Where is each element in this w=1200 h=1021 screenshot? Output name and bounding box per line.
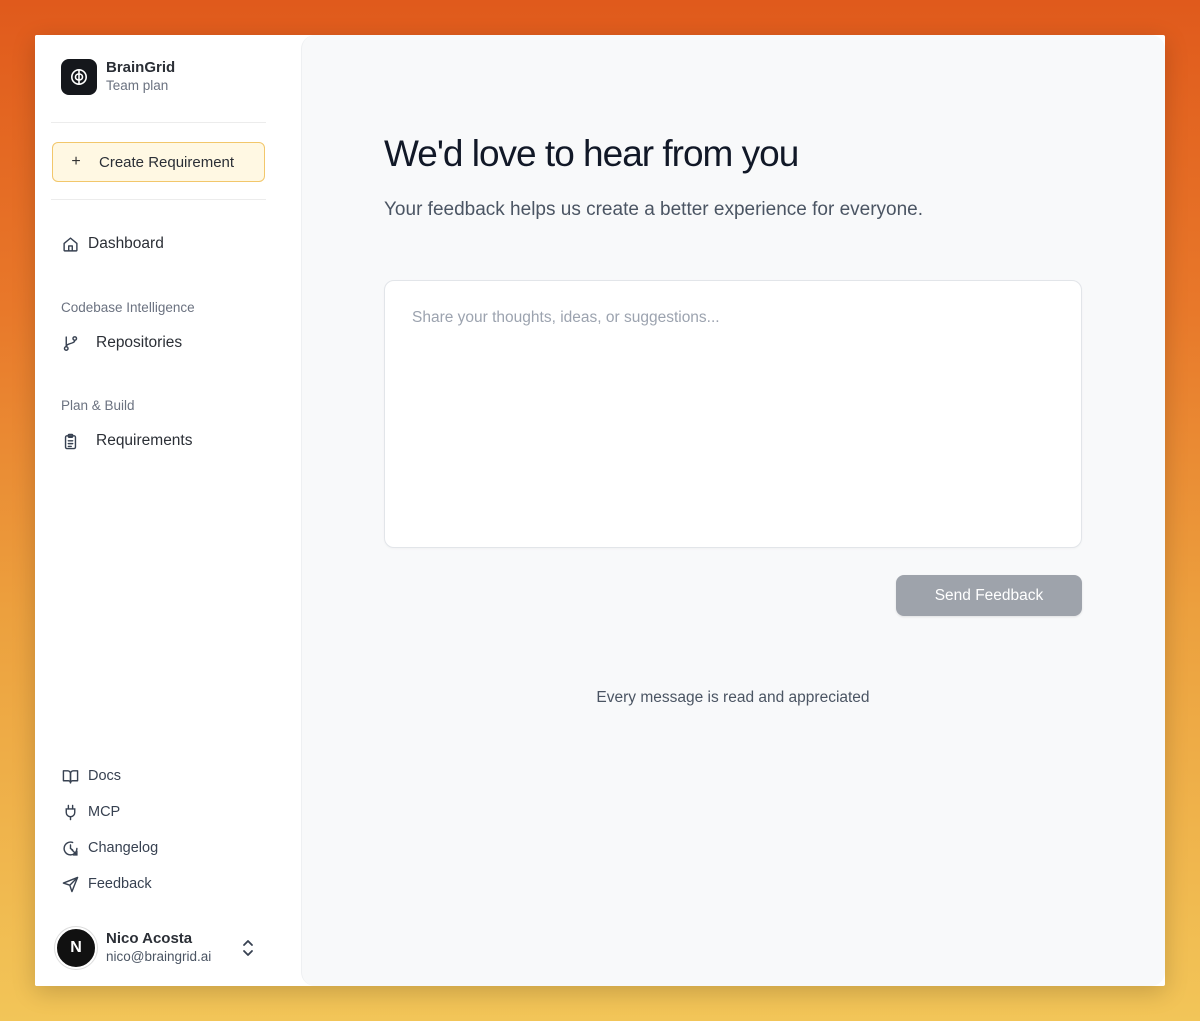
sidebar-item-feedback[interactable]: Feedback: [61, 875, 152, 893]
sidebar-item-docs[interactable]: Docs: [61, 767, 121, 785]
page-subtitle: Your feedback helps us create a better e…: [384, 199, 924, 220]
section-label-codebase: Codebase Intelligence: [61, 300, 195, 315]
divider: [51, 122, 266, 123]
user-name: Nico Acosta: [106, 930, 193, 947]
section-label-plan: Plan & Build: [61, 398, 135, 413]
app-window: BrainGrid Team plan + Create Requirement…: [35, 35, 1165, 986]
sidebar-item-label: Dashboard: [88, 235, 164, 252]
send-feedback-button[interactable]: Send Feedback: [896, 575, 1082, 616]
sidebar-item-mcp[interactable]: MCP: [61, 803, 120, 821]
plug-icon: [61, 803, 79, 821]
brand-plan: Team plan: [106, 78, 169, 93]
user-email: nico@braingrid.ai: [106, 949, 212, 964]
sidebar-item-label: Repositories: [96, 334, 183, 351]
send-icon: [61, 875, 79, 893]
brain-icon: [61, 59, 97, 95]
clock-icon: [61, 839, 79, 857]
sidebar-item-requirements[interactable]: Requirements: [61, 432, 193, 450]
chevrons-up-down-icon[interactable]: [241, 939, 255, 957]
sidebar: BrainGrid Team plan + Create Requirement…: [35, 35, 301, 986]
brand[interactable]: BrainGrid Team plan: [61, 59, 175, 95]
sidebar-item-repositories[interactable]: Repositories: [61, 334, 182, 352]
page-title: We'd love to hear from you: [384, 133, 799, 174]
book-open-icon: [61, 767, 79, 785]
brand-name: BrainGrid: [106, 59, 176, 76]
sidebar-item-label: Changelog: [88, 840, 159, 856]
user-menu[interactable]: N Nico Acosta nico@braingrid.ai: [55, 925, 265, 971]
sidebar-item-dashboard[interactable]: Dashboard: [61, 235, 164, 253]
create-requirement-button[interactable]: + Create Requirement: [52, 142, 265, 182]
home-icon: [61, 235, 79, 253]
feedback-textarea[interactable]: [384, 280, 1082, 548]
avatar: N: [55, 927, 97, 969]
sidebar-item-label: MCP: [88, 804, 121, 820]
sidebar-item-changelog[interactable]: Changelog: [61, 839, 158, 857]
divider: [51, 199, 266, 200]
create-requirement-label: Create Requirement: [99, 153, 235, 171]
main-content: We'd love to hear from you Your feedback…: [301, 35, 1165, 986]
git-branch-icon: [61, 334, 79, 352]
sidebar-item-label: Requirements: [96, 432, 193, 449]
clipboard-list-icon: [61, 432, 79, 450]
plus-icon: +: [71, 153, 81, 170]
sidebar-item-label: Feedback: [88, 876, 152, 892]
footer-note: Every message is read and appreciated: [596, 689, 870, 706]
sidebar-item-label: Docs: [88, 768, 122, 784]
